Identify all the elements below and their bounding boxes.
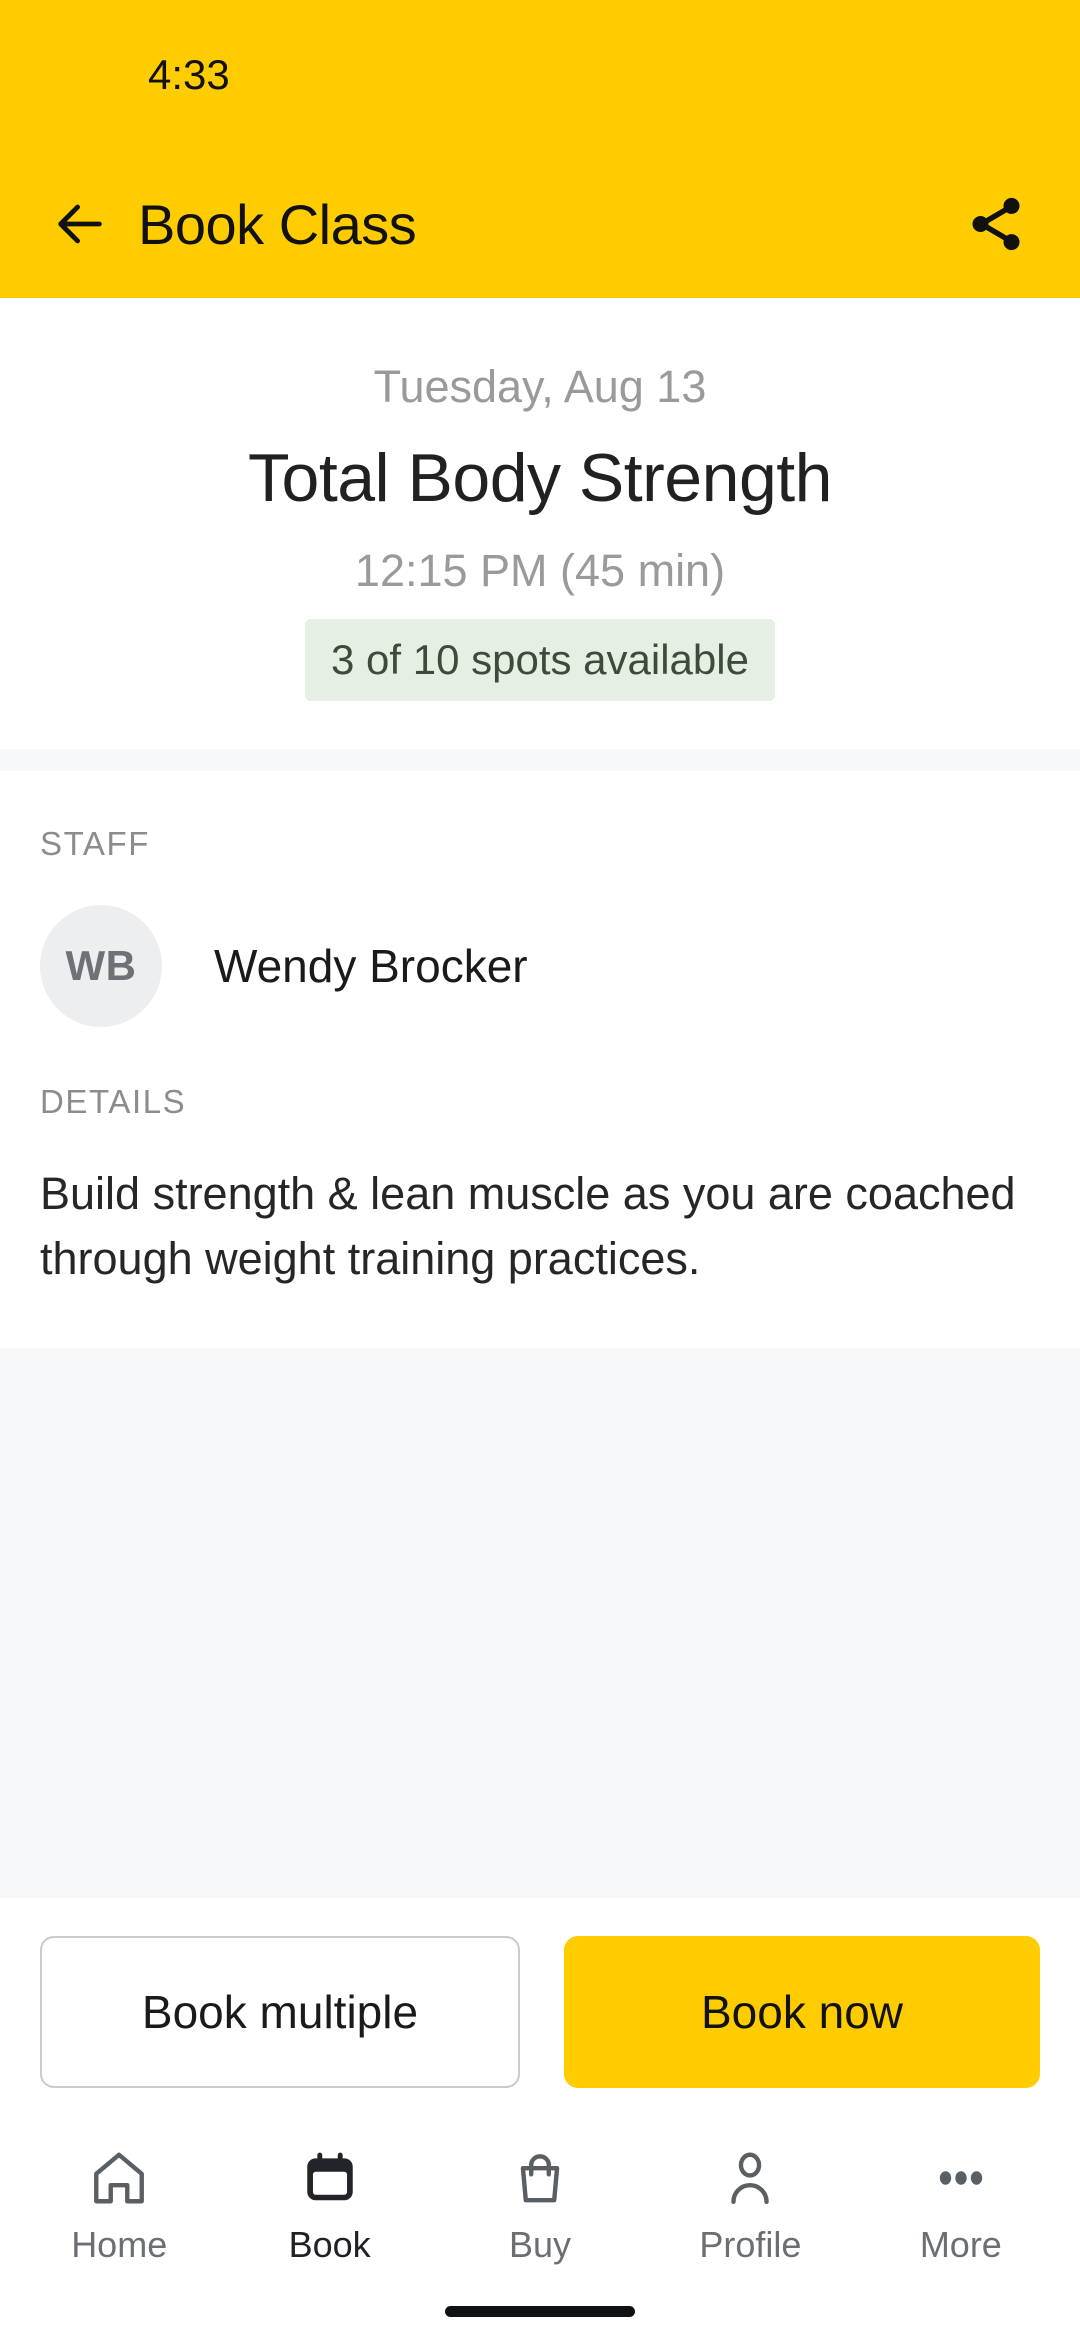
bottom-navigation: Home Book Buy Profile More bbox=[0, 2122, 1080, 2282]
staff-section-label: STAFF bbox=[40, 825, 151, 863]
status-bar: 4:33 bbox=[0, 0, 1080, 150]
bag-icon bbox=[509, 2140, 571, 2216]
share-button[interactable] bbox=[956, 184, 1036, 264]
nav-item-home[interactable]: Home bbox=[14, 2136, 224, 2266]
home-indicator-area bbox=[0, 2282, 1080, 2340]
nav-label-home: Home bbox=[71, 2224, 168, 2265]
book-multiple-button[interactable]: Book multiple bbox=[40, 1936, 520, 2088]
nav-label-buy: Buy bbox=[508, 2224, 572, 2265]
details-section: DETAILS Build strength & lean muscle as … bbox=[0, 1027, 1080, 1348]
book-now-button[interactable]: Book now bbox=[564, 1936, 1040, 2088]
avatar-initials: WB bbox=[65, 942, 137, 990]
calendar-icon bbox=[299, 2140, 361, 2216]
staff-section: STAFF WB Wendy Brocker bbox=[0, 771, 1080, 1028]
avatar: WB bbox=[40, 905, 162, 1028]
nav-label-more: More bbox=[919, 2224, 1002, 2265]
app-screen: 4:33 Book Class Tuesday, Aug 13 Total Bo… bbox=[0, 0, 1080, 2340]
home-icon bbox=[88, 2140, 150, 2216]
nav-item-book[interactable]: Book bbox=[224, 2136, 434, 2266]
staff-name: Wendy Brocker bbox=[214, 940, 528, 993]
nav-label-book: Book bbox=[288, 2224, 371, 2265]
home-indicator[interactable] bbox=[445, 2305, 635, 2317]
app-bar: Book Class bbox=[0, 150, 1080, 298]
empty-scroll-area bbox=[0, 1347, 1080, 1898]
action-bar: Book multiple Book now bbox=[0, 1898, 1080, 2122]
nav-item-profile[interactable]: Profile bbox=[645, 2136, 855, 2266]
class-date: Tuesday, Aug 13 bbox=[373, 361, 707, 412]
class-time-duration: 12:15 PM (45 min) bbox=[354, 545, 726, 596]
section-divider-top bbox=[0, 749, 1080, 772]
nav-item-more[interactable]: More bbox=[856, 2136, 1066, 2266]
class-name: Total Body Strength bbox=[248, 440, 832, 516]
details-section-label: DETAILS bbox=[40, 1083, 187, 1121]
nav-item-buy[interactable]: Buy bbox=[435, 2136, 645, 2266]
staff-row[interactable]: WB Wendy Brocker bbox=[40, 905, 1040, 1028]
class-summary: Tuesday, Aug 13 Total Body Strength 12:1… bbox=[0, 298, 1080, 750]
share-icon bbox=[972, 197, 1020, 251]
details-description: Build strength & lean muscle as you are … bbox=[40, 1168, 1016, 1285]
nav-label-profile: Profile bbox=[699, 2224, 802, 2265]
spots-available-badge: 3 of 10 spots available bbox=[305, 619, 775, 702]
arrow-left-icon bbox=[58, 204, 102, 244]
ellipsis-icon bbox=[930, 2140, 992, 2216]
person-icon bbox=[719, 2140, 781, 2216]
back-button[interactable] bbox=[44, 188, 116, 260]
status-bar-clock: 4:33 bbox=[148, 51, 230, 98]
page-title: Book Class bbox=[138, 192, 417, 256]
